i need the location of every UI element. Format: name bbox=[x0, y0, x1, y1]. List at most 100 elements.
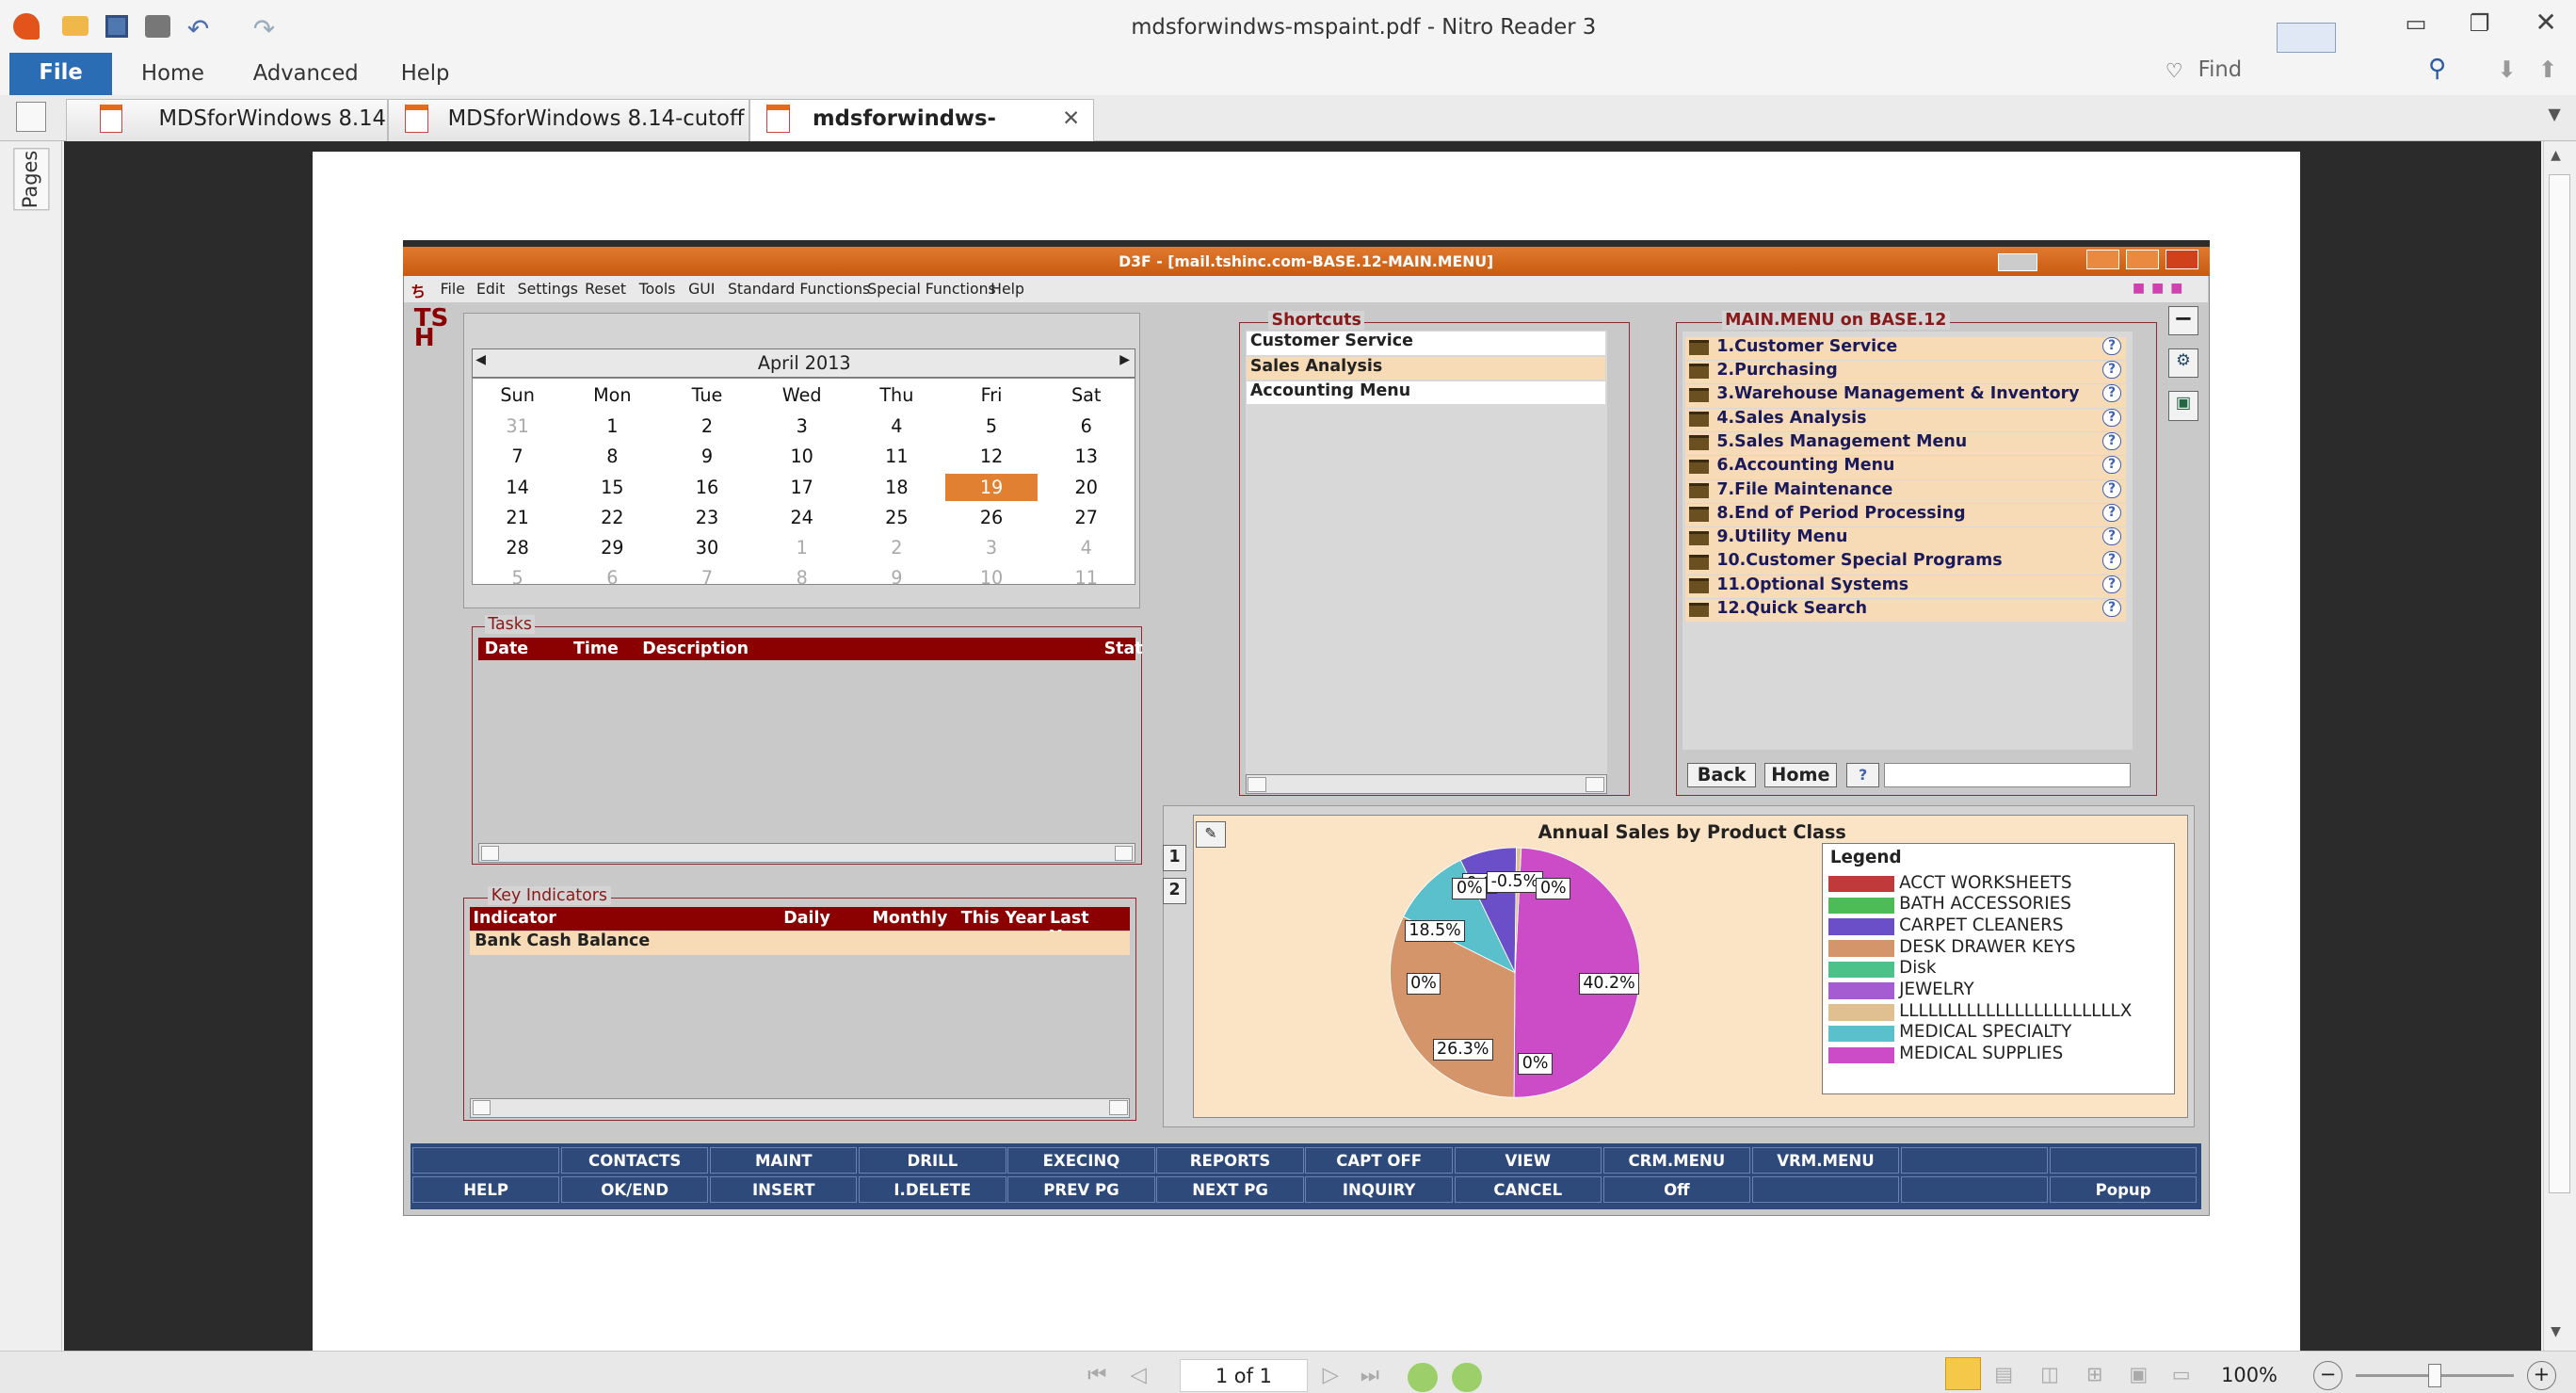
facing-view-icon[interactable]: ◫ bbox=[2040, 1363, 2059, 1385]
minimize-button[interactable]: ▭ bbox=[2406, 9, 2427, 37]
search-icon[interactable]: ⚲ bbox=[2428, 55, 2446, 83]
function-key-button[interactable]: I.DELETE bbox=[859, 1176, 1006, 1204]
calendar-day[interactable]: 29 bbox=[566, 534, 658, 562]
calendar-day[interactable]: 3 bbox=[945, 534, 1038, 562]
last-page-icon[interactable]: ⏭ bbox=[1360, 1363, 1379, 1387]
function-key-button[interactable] bbox=[1900, 1146, 2049, 1174]
shortcuts-hscrollbar[interactable] bbox=[1245, 773, 1607, 794]
function-key-button[interactable]: NEXT PG bbox=[1156, 1176, 1304, 1204]
scroll-up-icon[interactable]: ▲ bbox=[2551, 148, 2561, 163]
heart-icon[interactable]: ♡ bbox=[2165, 59, 2183, 82]
scroll-down-icon[interactable]: ▼ bbox=[2551, 1324, 2561, 1339]
calendar-day[interactable]: 24 bbox=[756, 504, 848, 532]
find-prev-icon[interactable]: ⬆ bbox=[2538, 56, 2557, 83]
main-menu-home-button[interactable]: Home bbox=[1764, 762, 1837, 787]
function-key-button[interactable]: MAINT bbox=[710, 1146, 858, 1174]
help-icon[interactable]: ? bbox=[2102, 336, 2121, 355]
ki-hscrollbar[interactable] bbox=[470, 1097, 1131, 1118]
calendar-day[interactable]: 27 bbox=[1040, 504, 1133, 532]
app-menu-reset[interactable]: Reset bbox=[585, 280, 626, 298]
app-maximize-icon[interactable] bbox=[2125, 250, 2159, 270]
function-key-button[interactable]: VRM.MENU bbox=[1751, 1146, 1900, 1174]
app-menu-gui[interactable]: GUI bbox=[688, 280, 715, 298]
tab-home[interactable]: Home bbox=[141, 61, 204, 86]
app-menu-file[interactable]: File bbox=[441, 280, 465, 298]
help-icon[interactable]: ? bbox=[2102, 384, 2121, 403]
main-menu-item[interactable]: 2.Purchasing? bbox=[1685, 361, 2126, 384]
calendar-day[interactable]: 25 bbox=[851, 504, 943, 532]
calendar-day[interactable]: 11 bbox=[851, 443, 943, 471]
continuous-view-icon[interactable]: ▤ bbox=[1994, 1363, 2013, 1385]
calendar-day[interactable]: 5 bbox=[472, 564, 564, 592]
app-menu-help[interactable]: Help bbox=[990, 280, 1024, 298]
calendar-day[interactable]: 9 bbox=[661, 443, 753, 471]
function-key-button[interactable]: Off bbox=[1602, 1176, 1750, 1204]
calendar-day[interactable]: 3 bbox=[756, 413, 848, 441]
function-key-button[interactable]: INSERT bbox=[710, 1176, 858, 1204]
calendar-day[interactable]: 26 bbox=[945, 504, 1038, 532]
help-icon[interactable]: ? bbox=[2102, 456, 2121, 475]
calendar-day[interactable]: 20 bbox=[1040, 474, 1133, 502]
help-icon[interactable]: ? bbox=[2102, 408, 2121, 427]
main-menu-item[interactable]: 7.File Maintenance? bbox=[1685, 479, 2126, 503]
main-menu-item[interactable]: 4.Sales Analysis? bbox=[1685, 408, 2126, 432]
doc-tab-mspaint[interactable]: mdsforwindws-mspaint✕ bbox=[749, 98, 1095, 170]
app-minimize-icon[interactable] bbox=[2086, 250, 2119, 270]
calendar-day[interactable]: 7 bbox=[661, 564, 753, 592]
app-menu-standard-functions[interactable]: Standard Functions bbox=[728, 280, 870, 298]
tasks-col-status[interactable]: Stat bbox=[1104, 640, 1143, 658]
chart-tab-2[interactable]: 2 bbox=[1163, 877, 1186, 904]
panel-toggle-icon[interactable] bbox=[16, 102, 46, 132]
function-key-button[interactable]: INQUIRY bbox=[1305, 1176, 1453, 1204]
pages-panel-button[interactable]: Pages bbox=[12, 148, 50, 211]
help-icon[interactable]: ? bbox=[2102, 575, 2121, 593]
calendar-day[interactable]: 28 bbox=[472, 534, 564, 562]
calendar-day[interactable]: 1 bbox=[756, 534, 848, 562]
tab-list-dropdown-icon[interactable]: ▼ bbox=[2548, 105, 2560, 124]
function-key-button[interactable]: OK/END bbox=[561, 1176, 709, 1204]
app-layout-icon[interactable] bbox=[1997, 252, 2037, 271]
main-menu-item[interactable]: 11.Optional Systems? bbox=[1685, 575, 2126, 599]
calendar-day[interactable]: 30 bbox=[661, 534, 753, 562]
ki-row[interactable]: Bank Cash Balance bbox=[470, 931, 1131, 955]
shortcut-item[interactable]: Customer Service bbox=[1247, 332, 1605, 355]
shortcut-item[interactable]: Sales Analysis bbox=[1247, 356, 1605, 381]
calendar-day[interactable]: 1 bbox=[566, 413, 658, 441]
app-menu-special-functions[interactable]: Special Functions bbox=[867, 280, 995, 298]
prev-page-icon[interactable]: ◁ bbox=[1130, 1363, 1146, 1387]
calendar-day[interactable]: 10 bbox=[756, 443, 848, 471]
continuous-facing-icon[interactable]: ⊞ bbox=[2086, 1363, 2103, 1385]
close-button[interactable]: ✕ bbox=[2535, 7, 2556, 38]
main-menu-command-input[interactable] bbox=[1884, 762, 2132, 787]
doc-tab-cutoff[interactable]: MDSforWindows 8.14-cutoff bbox=[387, 98, 749, 142]
main-menu-help-icon[interactable]: ? bbox=[1846, 762, 1880, 787]
page-number-input[interactable]: 1 of 1 bbox=[1179, 1359, 1308, 1392]
calendar-day[interactable]: 6 bbox=[1040, 413, 1133, 441]
main-menu-item[interactable]: 12.Quick Search? bbox=[1685, 599, 2126, 623]
fit-width-icon[interactable]: ▭ bbox=[2172, 1363, 2191, 1385]
doc-tab-mdsforwindows[interactable]: MDSforWindows 8.14 bbox=[65, 98, 388, 142]
function-key-button[interactable]: PREV PG bbox=[1007, 1176, 1155, 1204]
ki-col-daily[interactable]: Daily bbox=[783, 909, 830, 928]
first-page-icon[interactable]: ⏮ bbox=[1087, 1363, 1106, 1387]
function-key-button[interactable] bbox=[1900, 1176, 2049, 1204]
tasks-col-date[interactable]: Date bbox=[485, 640, 528, 658]
calendar-day[interactable]: 23 bbox=[661, 504, 753, 532]
calendar-day[interactable]: 12 bbox=[945, 443, 1038, 471]
calendar-day[interactable]: 17 bbox=[756, 474, 848, 502]
next-page-icon[interactable]: ▷ bbox=[1323, 1363, 1339, 1387]
function-key-button[interactable]: DRILL bbox=[859, 1146, 1006, 1174]
help-icon[interactable]: ? bbox=[2102, 361, 2121, 380]
function-key-button[interactable] bbox=[2049, 1146, 2198, 1174]
fit-page-icon[interactable]: ▣ bbox=[2129, 1363, 2148, 1385]
tasks-col-description[interactable]: Description bbox=[642, 640, 749, 658]
calendar-day[interactable]: 18 bbox=[851, 474, 943, 502]
app-close-icon[interactable] bbox=[2165, 250, 2198, 270]
tool-icon-2[interactable]: ▣ bbox=[2168, 391, 2198, 421]
zoom-level[interactable]: 100% bbox=[2221, 1364, 2278, 1386]
function-key-button[interactable]: VIEW bbox=[1454, 1146, 1602, 1174]
calendar-day[interactable]: 6 bbox=[566, 564, 658, 592]
close-tab-icon[interactable]: ✕ bbox=[1062, 100, 1080, 139]
calendar-next-icon[interactable]: ▶ bbox=[1119, 352, 1130, 367]
function-key-button[interactable]: CANCEL bbox=[1454, 1176, 1602, 1204]
